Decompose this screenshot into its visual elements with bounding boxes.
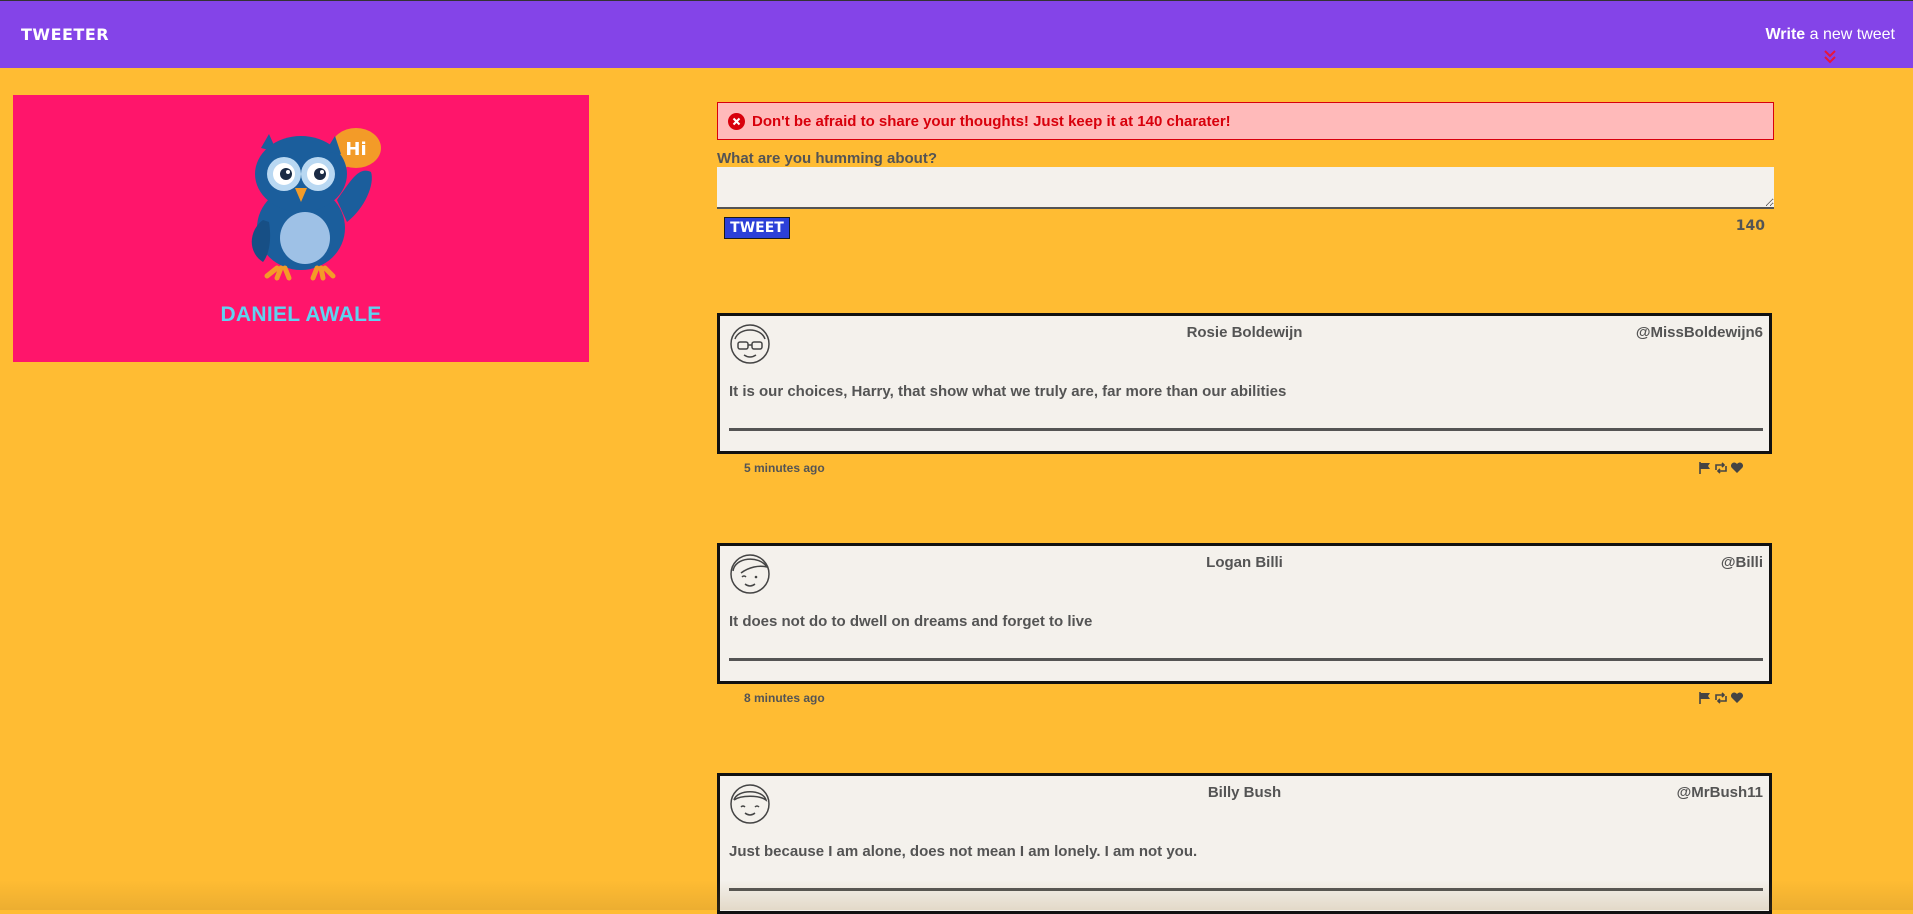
compose-toggle-text: a new tweet [1805,26,1895,43]
tweet-text: It is our choices, Harry, that show what… [729,383,1287,400]
retweet-icon[interactable] [1714,461,1728,475]
tweet-actions [1698,691,1746,705]
owl-avatar: Hi [251,128,381,281]
tweet-divider [729,428,1763,431]
tweet-submit-button[interactable]: TWEET [724,217,790,239]
tweet-actions [1698,461,1746,475]
tweet-author: Logan Billi [1206,554,1283,571]
flag-icon[interactable] [1698,461,1712,475]
tweet-author: Billy Bush [1207,784,1282,801]
tweet-card: Rosie Boldewijn @MissBoldewijn6 It is ou… [717,313,1772,454]
tweet-timestamp: 5 minutes ago [744,461,825,475]
error-x-circle-icon [728,113,745,130]
error-message: Don't be afraid to share your thoughts! … [752,113,1231,130]
tweet-card: Billy Bush @MrBush11 Just because I am a… [717,773,1772,914]
tweet-prompt-label: What are you humming about? [717,150,937,167]
tweet-text: Just because I am alone, does not mean I… [729,843,1198,860]
heart-icon[interactable] [1730,691,1744,705]
tweet-textarea[interactable] [717,167,1774,209]
compose-toggle[interactable]: Write a new tweet [1765,26,1895,44]
profile-card: Hi DANIEL AWALE [13,95,589,362]
char-counter: 140 [1735,218,1765,234]
retweet-icon[interactable] [1714,691,1728,705]
tweet-divider [729,658,1763,661]
tweet-divider [729,888,1763,891]
chevron-double-down-icon[interactable] [1822,49,1838,65]
top-nav: TWEETER Write a new tweet [0,0,1913,68]
tweet-author: Rosie Boldewijn [1186,324,1303,341]
profile-name: DANIEL AWALE [220,303,382,326]
compose-toggle-bold: Write [1765,26,1806,43]
tweet-card: Logan Billi @Billi It does not do to dwe… [717,543,1772,684]
heart-icon[interactable] [1730,461,1744,475]
error-banner: Don't be afraid to share your thoughts! … [717,102,1774,140]
flag-icon[interactable] [1698,691,1712,705]
tweet-handle[interactable]: @MrBush11 [1677,784,1763,801]
tweet-handle[interactable]: @MissBoldewijn6 [1636,324,1763,341]
speech-bubble-text: Hi [345,139,366,160]
tweet-timestamp: 8 minutes ago [744,691,825,705]
tweet-text: It does not do to dwell on dreams and fo… [729,613,1093,630]
tweet-handle[interactable]: @Billi [1721,554,1763,571]
brand-logo[interactable]: TWEETER [21,25,109,44]
